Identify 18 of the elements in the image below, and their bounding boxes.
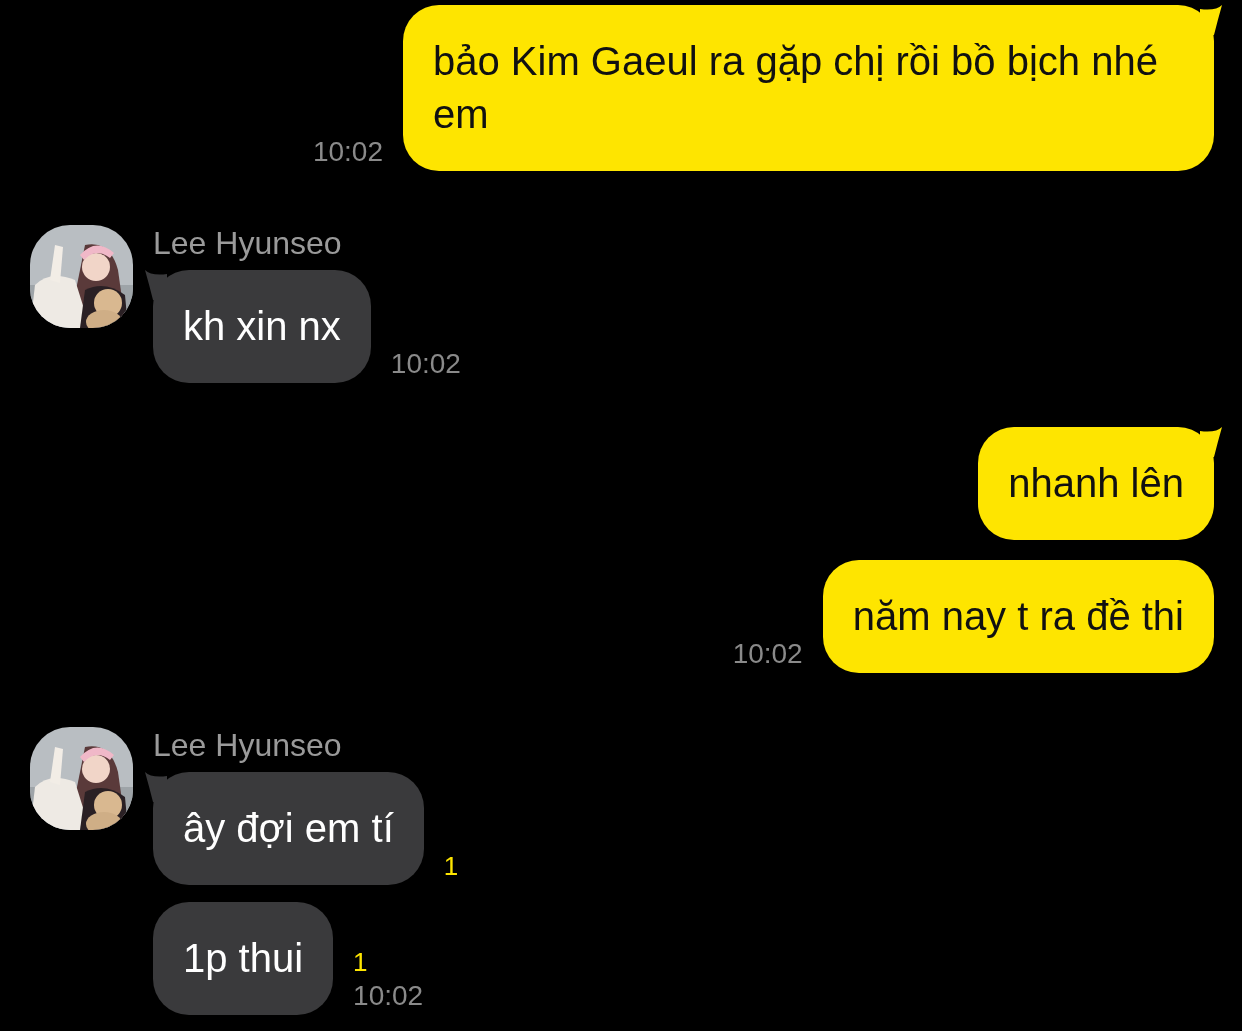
message-time: 10:02 <box>312 135 383 169</box>
message-bubble: năm nay t ra đề thi <box>822 560 1214 673</box>
message-time: 10:02 <box>390 347 461 381</box>
bubble-tail <box>143 270 167 300</box>
message-time: 10:02 <box>732 637 803 671</box>
bubble-tail <box>1200 427 1224 457</box>
bubble-tail <box>1200 5 1224 35</box>
unread-count: 1 <box>353 946 368 979</box>
unread-count: 1 <box>443 850 459 883</box>
message-bubble: ây đợi em tí <box>153 772 424 885</box>
message-time: 10:02 <box>353 979 424 1013</box>
sender-name: Lee Hyunseo <box>153 225 343 261</box>
message-bubble: nhanh lên <box>978 427 1214 540</box>
message-bubble: kh xin nx <box>153 270 371 383</box>
bubble-tail <box>143 772 167 802</box>
message-bubble: bảo Kim Gaeul ra gặp chị rồi bồ bịch nhé em <box>403 5 1214 171</box>
sender-name: Lee Hyunseo <box>153 727 343 763</box>
message-bubble: 1p thui <box>153 902 334 1015</box>
